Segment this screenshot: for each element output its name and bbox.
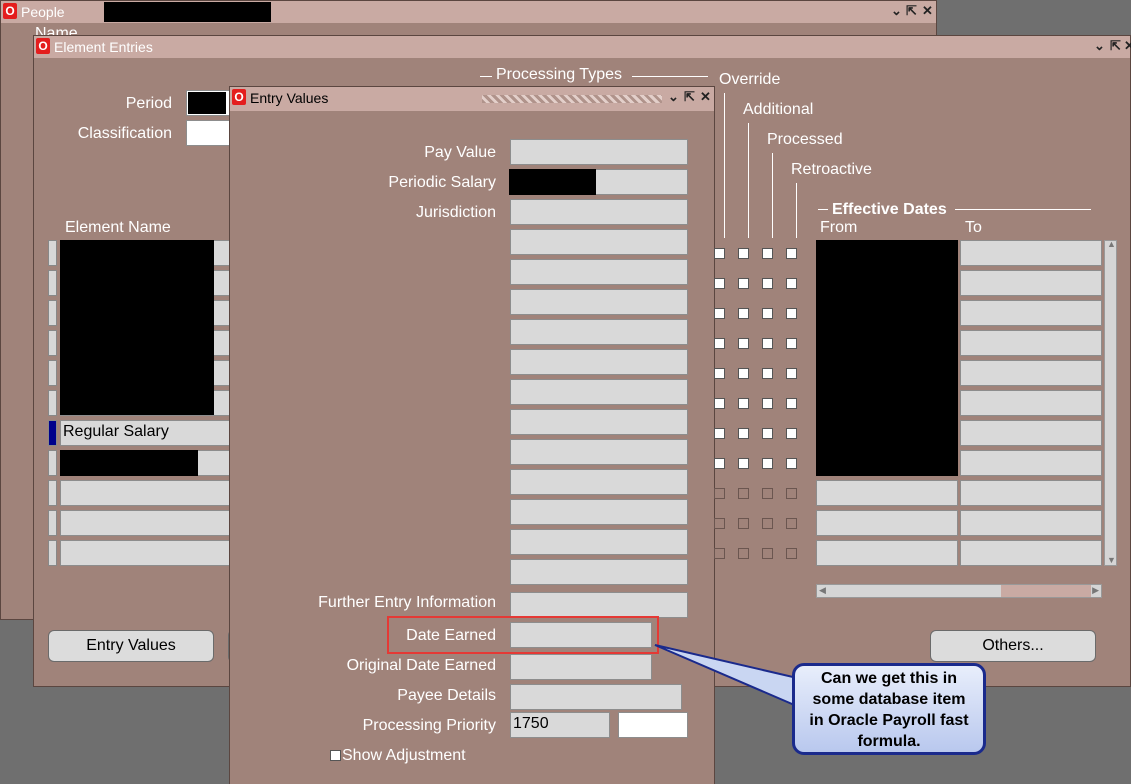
callout-line-2: some database item — [812, 691, 966, 708]
callout-line-3: in Oracle Payroll fast — [809, 712, 969, 729]
callout-line-4: formula. — [857, 733, 921, 750]
callout-line-1: Can we get this in — [820, 670, 957, 687]
